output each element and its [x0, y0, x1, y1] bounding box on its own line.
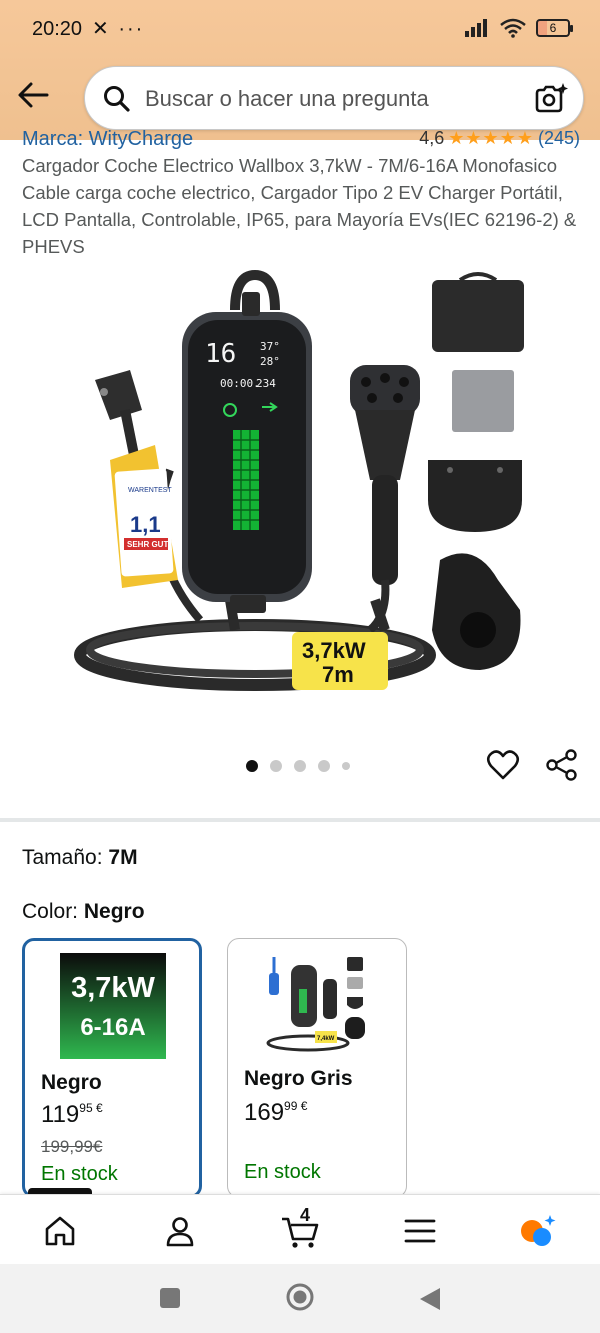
price-cents: 99 € [284, 1099, 308, 1113]
square-icon [160, 1288, 180, 1308]
cloth-icon [452, 370, 514, 432]
circle-icon [286, 1283, 314, 1311]
rating-count: (245) [537, 128, 580, 148]
variant-thumbnail: 7,4kW [263, 951, 369, 1057]
quality-tag-icon: WARENTEST 1,1 SEHR GUT [110, 445, 178, 588]
app-header: 20:20 ✕ ··· 6 Buscar o hacer una pregunt… [0, 0, 600, 140]
camera-search-icon[interactable] [533, 81, 569, 117]
nav-rufus[interactable] [518, 1211, 558, 1251]
thumb-amp-text: 6-16A [80, 1014, 145, 1041]
lcd-temp-1: 37° [260, 340, 280, 353]
thumb-power-text: 7,4kW [317, 1036, 335, 1042]
variant-stock: En stock [244, 1161, 321, 1183]
variant-price: 16999 € [244, 1099, 307, 1127]
carousel-dot[interactable] [246, 760, 258, 772]
back-system-button[interactable] [418, 1286, 442, 1317]
search-icon [104, 86, 130, 112]
lcd-temp-2: 28° [260, 355, 280, 368]
size-value: 7M [108, 846, 138, 869]
wall-holder-icon [428, 460, 522, 532]
rating[interactable]: 4,6 ★★★★★ (245) [419, 128, 580, 149]
cart-count: 4 [300, 1205, 311, 1225]
share-icon [546, 749, 577, 781]
lcd-digits: 16 [205, 339, 236, 369]
plug-holder-icon [432, 553, 521, 670]
thumb-power-text: 3,7kW [71, 972, 155, 1004]
triangle-back-icon [420, 1288, 440, 1310]
carousel-dot[interactable] [318, 760, 330, 772]
menu-icon [404, 1219, 436, 1243]
power-label-text: 3,7kW [302, 638, 366, 663]
tag-label-text: SEHR GUT [127, 540, 168, 549]
carry-bag-icon [432, 280, 524, 352]
product-title: Cargador Coche Electrico Wallbox 3,7kW -… [22, 155, 577, 257]
price-whole: 119 [41, 1101, 80, 1128]
brand-rating-row: Marca: WityCharge 4,6 ★★★★★ (245) [0, 126, 600, 150]
tag-grade-text: 1,1 [130, 512, 161, 537]
battery-icon: 6 [536, 19, 573, 37]
size-label: Tamaño: [22, 846, 103, 869]
power-label: 3,7kW 7m [292, 632, 388, 690]
variant-was-price: 199,99€ [41, 1137, 103, 1156]
carousel-dot[interactable] [294, 760, 306, 772]
status-time: 20:20 [32, 18, 83, 40]
length-label-text: 7m [322, 662, 354, 687]
notification-icons: ✕ ··· [92, 18, 145, 40]
share-button[interactable] [545, 748, 579, 787]
variant-card-negro[interactable]: 3,7kW 6-16A Negro 11995 € 199,99€ En sto… [22, 938, 202, 1198]
home-system-button[interactable] [285, 1282, 315, 1317]
variant-card-negro-gris[interactable]: 7,4kW Negro Gris 16999 € En stock [227, 938, 407, 1198]
carousel-dot[interactable] [342, 762, 350, 770]
nav-menu[interactable] [400, 1211, 440, 1251]
heart-icon [486, 750, 520, 780]
user-icon [166, 1217, 194, 1247]
color-selector: Color: Negro [22, 900, 145, 924]
product-image[interactable]: WARENTEST 1,1 SEHR GUT 16 37° 28° 00:00.… [70, 270, 540, 710]
assistant-icon [521, 1215, 556, 1246]
system-navigation-bar [0, 1264, 600, 1333]
nav-cart[interactable]: 4 [280, 1205, 320, 1251]
search-input[interactable]: Buscar o hacer una pregunta [84, 66, 584, 130]
size-selector: Tamaño: 7M [22, 846, 138, 870]
variant-thumbnail: 3,7kW 6-16A [60, 953, 166, 1059]
color-label: Color: [22, 900, 79, 923]
home-icon [45, 1216, 75, 1246]
brand-link[interactable]: Marca: WityCharge [22, 128, 193, 150]
status-bar: 20:20 ✕ ··· 6 [0, 0, 600, 58]
carousel-dots[interactable] [246, 760, 350, 772]
carousel-dot[interactable] [270, 760, 282, 772]
signal-icon [465, 19, 487, 37]
lcd-time: 00:00. [220, 377, 260, 390]
arrow-left-icon [18, 82, 49, 108]
type2-connector-icon [350, 365, 420, 634]
star-rating-icon: ★★★★★ [448, 128, 534, 148]
bottom-navigation: 4 [0, 1194, 600, 1264]
variant-stock: En stock [41, 1163, 118, 1185]
rating-value: 4,6 [419, 128, 445, 148]
price-cents: 95 € [79, 1101, 103, 1115]
wishlist-button[interactable] [486, 748, 520, 787]
search-placeholder: Buscar o hacer una pregunta [145, 86, 429, 111]
variant-name: Negro Gris [244, 1067, 353, 1090]
recent-apps-button[interactable] [158, 1286, 182, 1315]
lcd-voltage: 234 [256, 377, 276, 390]
tag-brand-text: WARENTEST [128, 487, 172, 494]
section-divider [0, 818, 600, 822]
price-whole: 169 [244, 1099, 285, 1126]
nav-account[interactable] [160, 1211, 200, 1251]
schuko-plug-icon [95, 370, 142, 461]
back-button[interactable] [14, 78, 52, 112]
status-icons: 6 [464, 18, 573, 38]
wifi-icon [500, 18, 526, 38]
wallbox-unit: 16 37° 28° 00:00. 234 [182, 270, 312, 613]
variant-name: Negro [41, 1071, 102, 1094]
battery-level: 6 [549, 21, 557, 35]
variant-price: 11995 € [41, 1101, 103, 1129]
color-value: Negro [83, 900, 145, 923]
nav-home[interactable] [40, 1211, 80, 1251]
